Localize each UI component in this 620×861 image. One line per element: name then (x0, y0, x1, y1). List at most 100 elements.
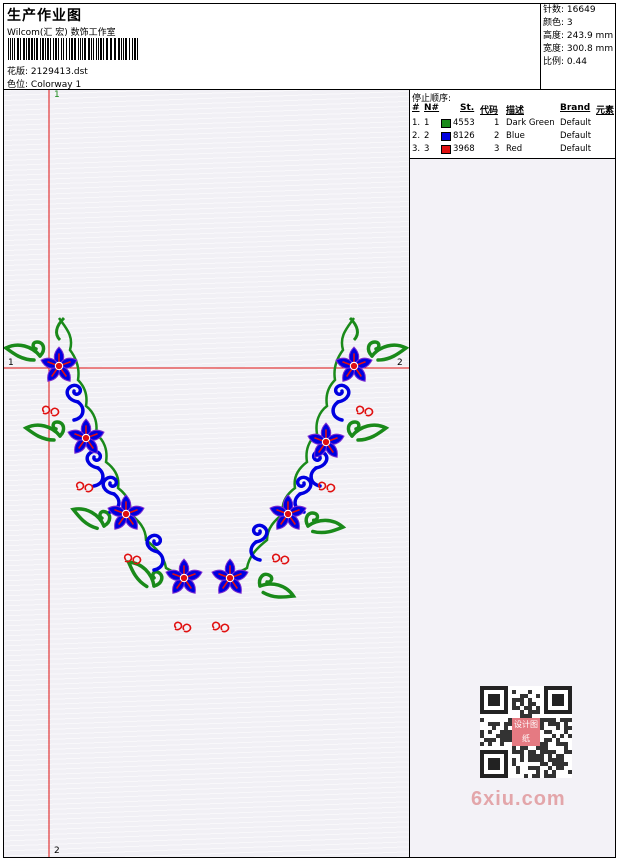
qr-module (532, 710, 536, 714)
qr-module (556, 726, 560, 730)
qr-module (548, 758, 552, 762)
qr-module (528, 766, 532, 770)
swirl-right-3 (271, 553, 290, 565)
qr-module (520, 702, 524, 706)
qr-module (484, 738, 488, 742)
scroll-left-4 (145, 533, 165, 572)
qr-finder (488, 694, 500, 706)
qr-module (520, 710, 524, 714)
qr-module (500, 730, 504, 734)
leaf-left-2 (24, 420, 66, 442)
qr-module (504, 726, 508, 730)
flower-left-2 (65, 418, 107, 457)
qr-module (536, 758, 540, 762)
info-width: 宽度: 300.8 mm (543, 44, 614, 54)
qr-module (560, 766, 564, 770)
qr-module (556, 754, 560, 758)
qr-module (512, 690, 516, 694)
qr-module (528, 698, 532, 702)
qr-module (492, 738, 496, 742)
barcode (8, 38, 141, 60)
qr-module (544, 730, 548, 734)
qr-module (556, 758, 560, 762)
leaf-right-3 (301, 509, 347, 541)
qr-module (532, 754, 536, 758)
color-swatch (441, 119, 451, 128)
qr-module (524, 694, 528, 698)
qr-module (492, 722, 496, 726)
flower-left-4 (163, 558, 205, 597)
qr-module (540, 718, 544, 722)
axis-label-h-right: 2 (397, 358, 403, 368)
qr-module (568, 750, 572, 754)
swirl-left-2 (75, 481, 94, 493)
qr-module (564, 746, 568, 750)
qr-module (504, 734, 508, 738)
colorway-label: 色位: (7, 80, 29, 90)
qr-module (528, 758, 532, 762)
watermark: 设计图纸 6xiu.com (466, 682, 586, 817)
stop-sequence-table: 停止顺序: # N# St. 代码 描述 Brand 元素 1. 1 4553 … (410, 90, 615, 159)
swirl-right-1 (355, 405, 374, 417)
qr-module (528, 754, 532, 758)
qr-module (544, 770, 548, 774)
scroll-left-2 (85, 449, 105, 488)
qr-module (536, 766, 540, 770)
leaf-right-4 (253, 570, 299, 609)
qr-module (496, 734, 500, 738)
flower-right-4 (209, 558, 251, 597)
green-tip-right (348, 316, 359, 342)
qr-module (520, 754, 524, 758)
qr-module (536, 710, 540, 714)
qr-module (500, 742, 504, 746)
qr-module (524, 706, 528, 710)
qr-module (552, 722, 556, 726)
qr-module (548, 738, 552, 742)
qr-module (480, 742, 484, 746)
swirl-bottom-left (173, 621, 192, 633)
qr-module (520, 698, 524, 702)
qr-module (540, 750, 544, 754)
qr-module (516, 750, 520, 754)
qr-finder (488, 758, 500, 770)
leaf-right-2 (346, 420, 388, 442)
qr-module (552, 734, 556, 738)
col-code: 代码 (480, 106, 499, 116)
qr-module (564, 726, 568, 730)
qr-module (512, 746, 516, 750)
qr-finder (552, 694, 564, 706)
qr-module (540, 726, 544, 730)
qr-module (544, 738, 548, 742)
axis-label-h-left: 1 (8, 358, 14, 368)
qr-module (504, 738, 508, 742)
qr-module (556, 762, 560, 766)
qr-module (560, 742, 564, 746)
qr-module (512, 758, 516, 762)
green-tip-left (55, 316, 66, 342)
table-header: # N# St. 代码 描述 Brand 元素 (410, 103, 615, 116)
qr-module (548, 730, 552, 734)
qr-module (512, 698, 516, 702)
qr-module (512, 750, 516, 754)
qr-module (500, 738, 504, 742)
col-stitches: St. (460, 103, 475, 113)
leaf-left-3 (68, 501, 113, 533)
qr-module (560, 734, 564, 738)
qr-module (532, 774, 536, 778)
design-file: 2129413.dst (30, 67, 88, 77)
qr-module (548, 754, 552, 758)
qr-module (524, 746, 528, 750)
qr-module (488, 722, 492, 726)
qr-module (528, 702, 532, 706)
qr-module (556, 766, 560, 770)
table-row: 1. 1 4553 1 Dark Green Default (412, 118, 592, 128)
col-desc: 描述 (506, 106, 525, 116)
qr-module (536, 706, 540, 710)
sheet-header: 生产作业图 Wilcom(汇 宏) 数饰工作室 花版: 2129413.dst … (4, 4, 615, 90)
qr-module (520, 750, 524, 754)
flower-left-3 (105, 494, 147, 533)
qr-module (536, 746, 540, 750)
qr-module (532, 702, 536, 706)
design-label: 花版: (7, 67, 29, 77)
qr-module (496, 722, 500, 726)
